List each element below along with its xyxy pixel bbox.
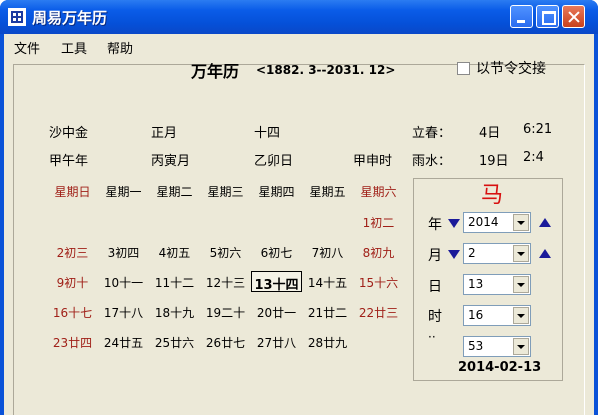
day-cell[interactable]: 20廿一 <box>251 304 302 321</box>
solar-term-2-time: 2:4 <box>523 150 544 165</box>
day-cell[interactable]: 16十七 <box>47 304 98 321</box>
chevron-down-icon[interactable] <box>513 307 529 324</box>
menu-file[interactable]: 文件 <box>14 38 40 57</box>
minute-label: ·· <box>428 330 436 344</box>
app-calendar-icon[interactable] <box>8 8 26 26</box>
day-cell[interactable]: 5初六 <box>200 244 251 261</box>
window-title: 周易万年历 <box>32 9 108 27</box>
day-cell[interactable]: 3初四 <box>98 244 149 261</box>
month-label: 月 <box>428 248 442 264</box>
month-select[interactable]: 2 <box>463 243 531 264</box>
day-cell[interactable]: 2初三 <box>47 244 98 261</box>
weekday-sun: 星期日 <box>54 185 91 199</box>
day-cell[interactable]: 8初九 <box>353 244 404 261</box>
year-select-value: 2014 <box>468 215 499 229</box>
weekday-fri: 星期五 <box>309 185 346 199</box>
solar-term-2-day: 19日 <box>479 154 509 169</box>
lunar-day: 十四 <box>254 126 281 141</box>
day-cell[interactable]: 22廿三 <box>353 304 404 321</box>
weekday-tue: 星期二 <box>156 185 193 199</box>
lunar-month: 正月 <box>151 126 178 141</box>
solar-term-2-name: 雨水： <box>412 154 452 169</box>
day-cell[interactable]: 10十一 <box>98 274 149 291</box>
day-cell[interactable]: 4初五 <box>149 244 200 261</box>
solar-term-checkbox-label[interactable]: 以节令交接 <box>476 58 546 78</box>
solar-term-1-name: 立春： <box>412 126 452 141</box>
hour-ganzhi: 甲申时 <box>353 154 393 169</box>
weekday-thu: 星期四 <box>258 185 295 199</box>
solar-term-1-day: 4日 <box>479 126 501 141</box>
day-cell[interactable]: 1初二 <box>353 214 404 231</box>
day-cell[interactable]: 21廿二 <box>302 304 353 321</box>
day-cell[interactable]: 15十六 <box>353 274 404 291</box>
day-cell[interactable]: 27廿八 <box>251 334 302 351</box>
hour-select[interactable]: 16 <box>463 305 531 326</box>
day-cell[interactable]: 7初八 <box>302 244 353 261</box>
selected-date-display: 2014-02-13 <box>458 360 542 375</box>
day-cell[interactable]: 11十二 <box>149 274 200 291</box>
year-decrement-icon[interactable] <box>448 219 460 228</box>
menu-help[interactable]: 帮助 <box>107 38 133 57</box>
month-select-value: 2 <box>468 246 476 260</box>
zodiac-animal: 马 <box>481 183 504 208</box>
title-bar[interactable]: 周易万年历 <box>0 0 598 34</box>
maximize-button[interactable] <box>536 5 559 28</box>
month-increment-icon[interactable] <box>539 249 551 258</box>
day-cell-selected[interactable]: 13十四 <box>251 271 302 293</box>
day-cell[interactable]: 6初七 <box>251 244 302 261</box>
day-ganzhi: 乙卯日 <box>254 154 294 169</box>
solar-term-1-time: 6:21 <box>523 122 553 137</box>
minute-select[interactable]: 53 <box>463 336 531 357</box>
chevron-down-icon[interactable] <box>513 338 529 355</box>
year-range: <1882. 3--2031. 12> <box>256 63 396 77</box>
day-cell[interactable]: 14十五 <box>302 274 353 291</box>
weekday-sat: 星期六 <box>360 185 397 199</box>
chevron-down-icon[interactable] <box>513 245 529 262</box>
chevron-down-icon[interactable] <box>513 276 529 293</box>
calendar-title: 万年历 <box>191 62 240 81</box>
day-label: 日 <box>428 279 442 295</box>
day-cell[interactable]: 17十八 <box>98 304 149 321</box>
day-select[interactable]: 13 <box>463 274 531 295</box>
month-ganzhi: 丙寅月 <box>151 154 191 169</box>
month-decrement-icon[interactable] <box>448 250 460 259</box>
year-select[interactable]: 2014 <box>463 212 531 233</box>
menu-bar: 文件 工具 帮助 <box>4 34 594 57</box>
day-cell[interactable]: 18十九 <box>149 304 200 321</box>
year-nayin: 沙中金 <box>49 126 89 141</box>
day-cell[interactable]: 19二十 <box>200 304 251 321</box>
day-cell[interactable]: 23廿四 <box>47 334 98 351</box>
solar-term-checkbox[interactable] <box>457 62 470 75</box>
weekday-mon: 星期一 <box>105 185 142 199</box>
day-cell[interactable]: 12十三 <box>200 274 251 291</box>
weekday-wed: 星期三 <box>207 185 244 199</box>
day-select-value: 13 <box>468 277 484 291</box>
hour-select-value: 16 <box>468 308 484 322</box>
close-button[interactable] <box>562 5 585 28</box>
menu-tools[interactable]: 工具 <box>61 38 87 57</box>
day-cell[interactable]: 28廿九 <box>302 334 353 351</box>
day-cell[interactable]: 24廿五 <box>98 334 149 351</box>
day-cell[interactable]: 26廿七 <box>200 334 251 351</box>
minimize-button[interactable] <box>510 5 533 28</box>
year-increment-icon[interactable] <box>539 218 551 227</box>
chevron-down-icon[interactable] <box>513 214 529 231</box>
day-cell[interactable]: 9初十 <box>47 274 98 291</box>
day-cell[interactable]: 25廿六 <box>149 334 200 351</box>
year-label: 年 <box>428 217 442 233</box>
minute-select-value: 53 <box>468 339 484 353</box>
year-ganzhi: 甲午年 <box>49 154 89 169</box>
hour-label: 时 <box>428 309 442 325</box>
